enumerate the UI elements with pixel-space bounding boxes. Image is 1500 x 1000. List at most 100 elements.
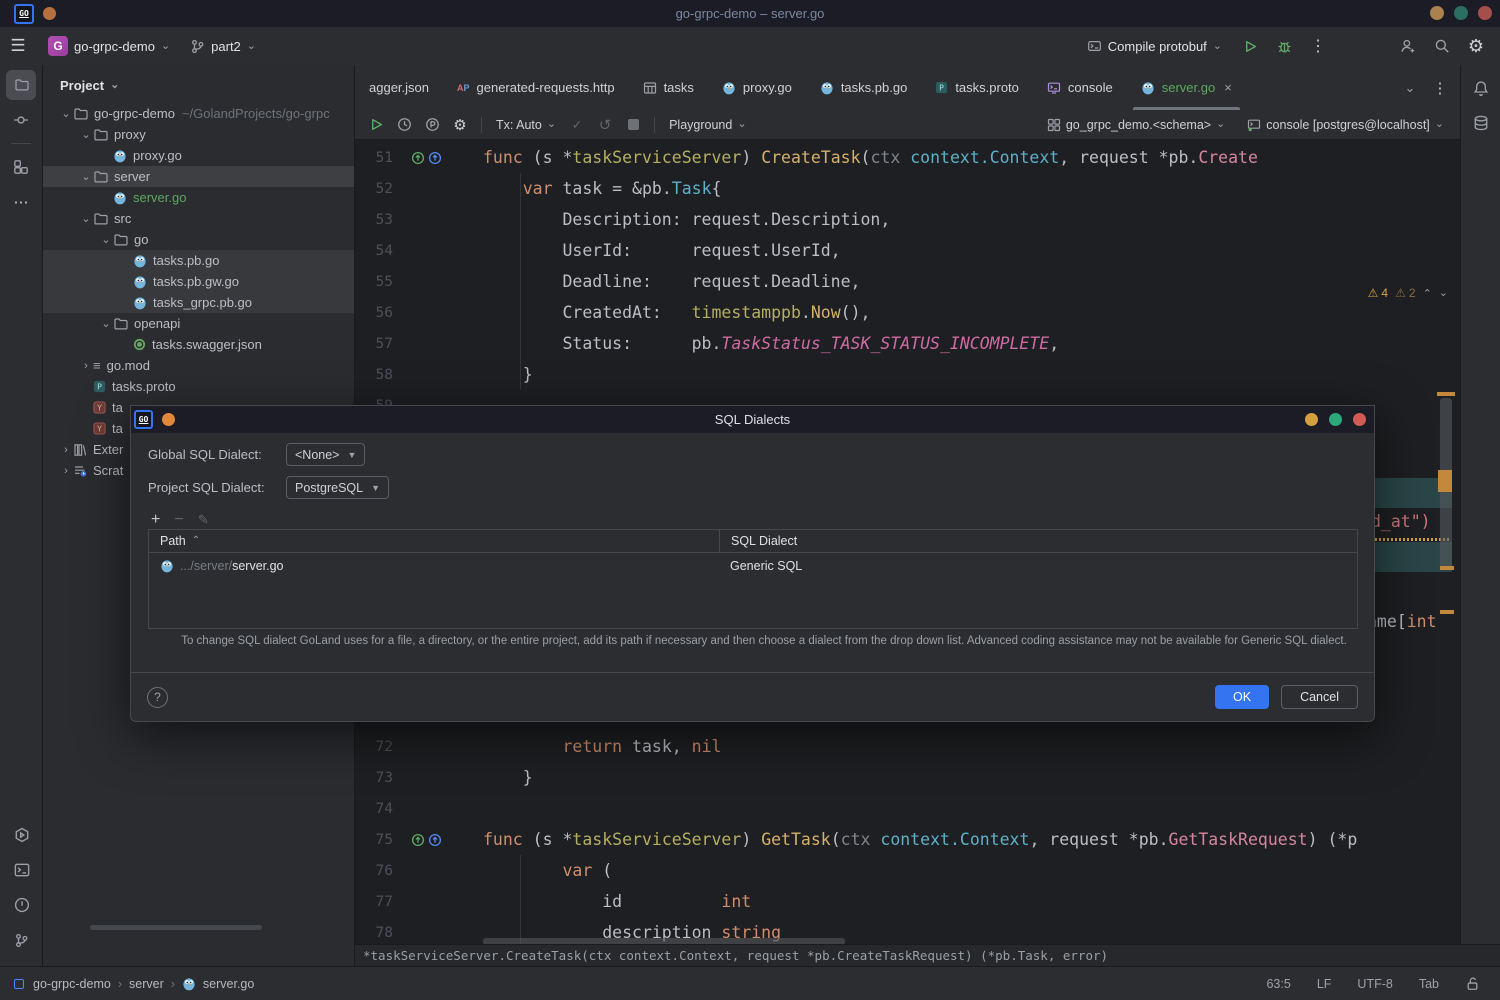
table-header[interactable]: Path ⌃ SQL Dialect (149, 530, 1357, 553)
version-control-tool-button[interactable] (7, 925, 37, 955)
chevron-right-icon[interactable]: › (79, 360, 93, 372)
tree-item-go-grpc-demo[interactable]: ⌄go-grpc-demo~/GolandProjects/go-grpc (43, 103, 354, 124)
breadcrumb-item[interactable]: server (129, 977, 164, 991)
editor-tab-tasks[interactable]: tasks (629, 65, 708, 110)
minimize-button[interactable] (1430, 6, 1444, 20)
notifications-button[interactable] (1466, 73, 1496, 103)
chevron-right-icon[interactable]: › (59, 465, 73, 477)
editor-tab-generated-requests.http[interactable]: APgenerated-requests.http (443, 65, 629, 110)
debug-button[interactable] (1270, 32, 1298, 60)
status-widget-tab[interactable]: Tab (1419, 977, 1439, 991)
editor-tab-agger.json[interactable]: agger.json (355, 65, 443, 110)
schema-selector[interactable]: go_grpc_demo.<schema> ⌄ (1041, 115, 1231, 135)
chevron-down-icon[interactable]: ⌄ (99, 233, 113, 246)
tree-item-server[interactable]: ⌄server (43, 166, 354, 187)
ok-button[interactable]: OK (1215, 685, 1269, 709)
playground-selector[interactable]: Playground ⌄ (663, 115, 752, 135)
run-configuration-widget[interactable]: Compile protobuf ⌄ (1079, 35, 1230, 58)
project-dialect-dropdown[interactable]: PostgreSQL ▼ (286, 476, 389, 499)
structure-tool-button[interactable] (6, 152, 36, 182)
global-dialect-dropdown[interactable]: <None> ▼ (286, 443, 365, 466)
dialect-column-header[interactable]: SQL Dialect (719, 530, 797, 552)
cancel-button[interactable]: Cancel (1281, 685, 1358, 709)
editor-tab-tasks.pb.go[interactable]: tasks.pb.go (806, 65, 922, 110)
tree-item-proxy[interactable]: ⌄proxy (43, 124, 354, 145)
status-widget-lf[interactable]: LF (1317, 977, 1332, 991)
run-button[interactable] (1236, 32, 1264, 60)
chevron-down-icon[interactable]: ⌄ (59, 107, 73, 120)
vcs-branch-widget[interactable]: part2 ⌄ (182, 35, 264, 58)
inspection-widget[interactable]: ⚠4 ⚠2 ⌃ ⌄ (1368, 286, 1448, 300)
tree-item-tasks.swagger.json[interactable]: tasks.swagger.json (43, 334, 354, 355)
problems-tool-button[interactable] (7, 890, 37, 920)
overrides-icon[interactable] (428, 833, 442, 847)
main-menu-icon[interactable]: ☰ (0, 36, 36, 56)
tree-item-go.mod[interactable]: ›≡go.mod (43, 355, 354, 376)
dialog-close-button[interactable] (1353, 413, 1366, 426)
services-tool-button[interactable] (7, 820, 37, 850)
tree-item-go[interactable]: ⌄go (43, 229, 354, 250)
breadcrumb-item[interactable]: go-grpc-demo (33, 977, 111, 991)
tree-item-src[interactable]: ⌄src (43, 208, 354, 229)
tree-item-server.go[interactable]: server.go (43, 187, 354, 208)
rollback-tx-button[interactable]: ↺ (592, 113, 618, 137)
dialog-maximize-button[interactable] (1329, 413, 1342, 426)
query-history-button[interactable] (391, 113, 417, 137)
remove-path-button[interactable]: − (174, 511, 183, 529)
add-path-button[interactable]: + (151, 511, 160, 529)
tab-options-icon[interactable]: ⋮ (1426, 74, 1454, 102)
console-settings-button[interactable]: ⚙ (447, 113, 473, 137)
maximize-button[interactable] (1454, 6, 1468, 20)
lock-open-icon[interactable] (1465, 976, 1480, 991)
chevron-down-icon[interactable]: ⌄ (79, 128, 93, 141)
implemented-icon[interactable] (411, 833, 425, 847)
next-issue-icon[interactable]: ⌄ (1439, 288, 1448, 299)
execute-button[interactable] (363, 113, 389, 137)
prev-issue-icon[interactable]: ⌃ (1423, 287, 1432, 300)
database-tool-button[interactable] (1466, 108, 1496, 138)
tree-item-tasks.proto[interactable]: Ptasks.proto (43, 376, 354, 397)
project-horizontal-scrollbar[interactable] (90, 925, 262, 930)
commit-tool-button[interactable] (6, 105, 36, 135)
chevron-down-icon[interactable]: ⌄ (99, 317, 113, 330)
commit-tx-button[interactable]: ✓ (564, 113, 590, 137)
implemented-icon[interactable] (411, 151, 425, 165)
editor-tab-console[interactable]: console (1033, 65, 1127, 110)
chevron-down-icon[interactable]: ⌄ (79, 212, 93, 225)
path-column-header[interactable]: Path (160, 534, 186, 548)
chevron-right-icon[interactable]: › (59, 444, 73, 456)
dialog-minimize-button[interactable] (1305, 413, 1318, 426)
explain-plan-button[interactable] (419, 113, 445, 137)
tab-list-chevron-icon[interactable]: ⌄ (1396, 74, 1424, 102)
tree-item-tasks.pb.gw.go[interactable]: tasks.pb.gw.go (43, 271, 354, 292)
tree-item-tasks_grpc.pb.go[interactable]: tasks_grpc.pb.go (43, 292, 354, 313)
edit-path-button[interactable]: ✎ (198, 512, 209, 528)
status-widget-utf8[interactable]: UTF-8 (1357, 977, 1392, 991)
settings-button[interactable]: ⚙ (1462, 32, 1490, 60)
search-everywhere-button[interactable] (1428, 32, 1456, 60)
more-tools-button[interactable]: ⋯ (6, 187, 36, 217)
stop-button[interactable] (620, 113, 646, 137)
close-button[interactable] (1478, 6, 1492, 20)
tx-mode-selector[interactable]: Tx: Auto ⌄ (490, 115, 562, 135)
terminal-tool-button[interactable] (7, 855, 37, 885)
help-button[interactable]: ? (147, 687, 168, 708)
more-actions-button[interactable]: ⋮ (1304, 32, 1332, 60)
overrides-icon[interactable] (428, 151, 442, 165)
project-tool-button[interactable] (6, 70, 36, 100)
tree-item-openapi[interactable]: ⌄openapi (43, 313, 354, 334)
code-with-me-button[interactable] (1394, 32, 1422, 60)
project-panel-header[interactable]: Project ⌄ (43, 65, 354, 99)
project-widget[interactable]: G go-grpc-demo ⌄ (40, 32, 178, 60)
chevron-down-icon[interactable]: ⌄ (79, 170, 93, 183)
breadcrumb-item[interactable]: server.go (203, 977, 254, 991)
tree-item-proxy.go[interactable]: proxy.go (43, 145, 354, 166)
editor-tab-server.go[interactable]: server.go× (1127, 65, 1246, 110)
editor-tab-proxy.go[interactable]: proxy.go (708, 65, 806, 110)
editor-tab-tasks.proto[interactable]: Ptasks.proto (921, 65, 1033, 110)
status-widget-635[interactable]: 63:5 (1266, 977, 1290, 991)
console-session-selector[interactable]: console [postgres@localhost] ⌄ (1241, 115, 1450, 135)
dialect-table-row[interactable]: .../server/server.goGeneric SQL (149, 553, 1357, 578)
close-tab-icon[interactable]: × (1224, 80, 1232, 95)
tree-item-tasks.pb.go[interactable]: tasks.pb.go (43, 250, 354, 271)
